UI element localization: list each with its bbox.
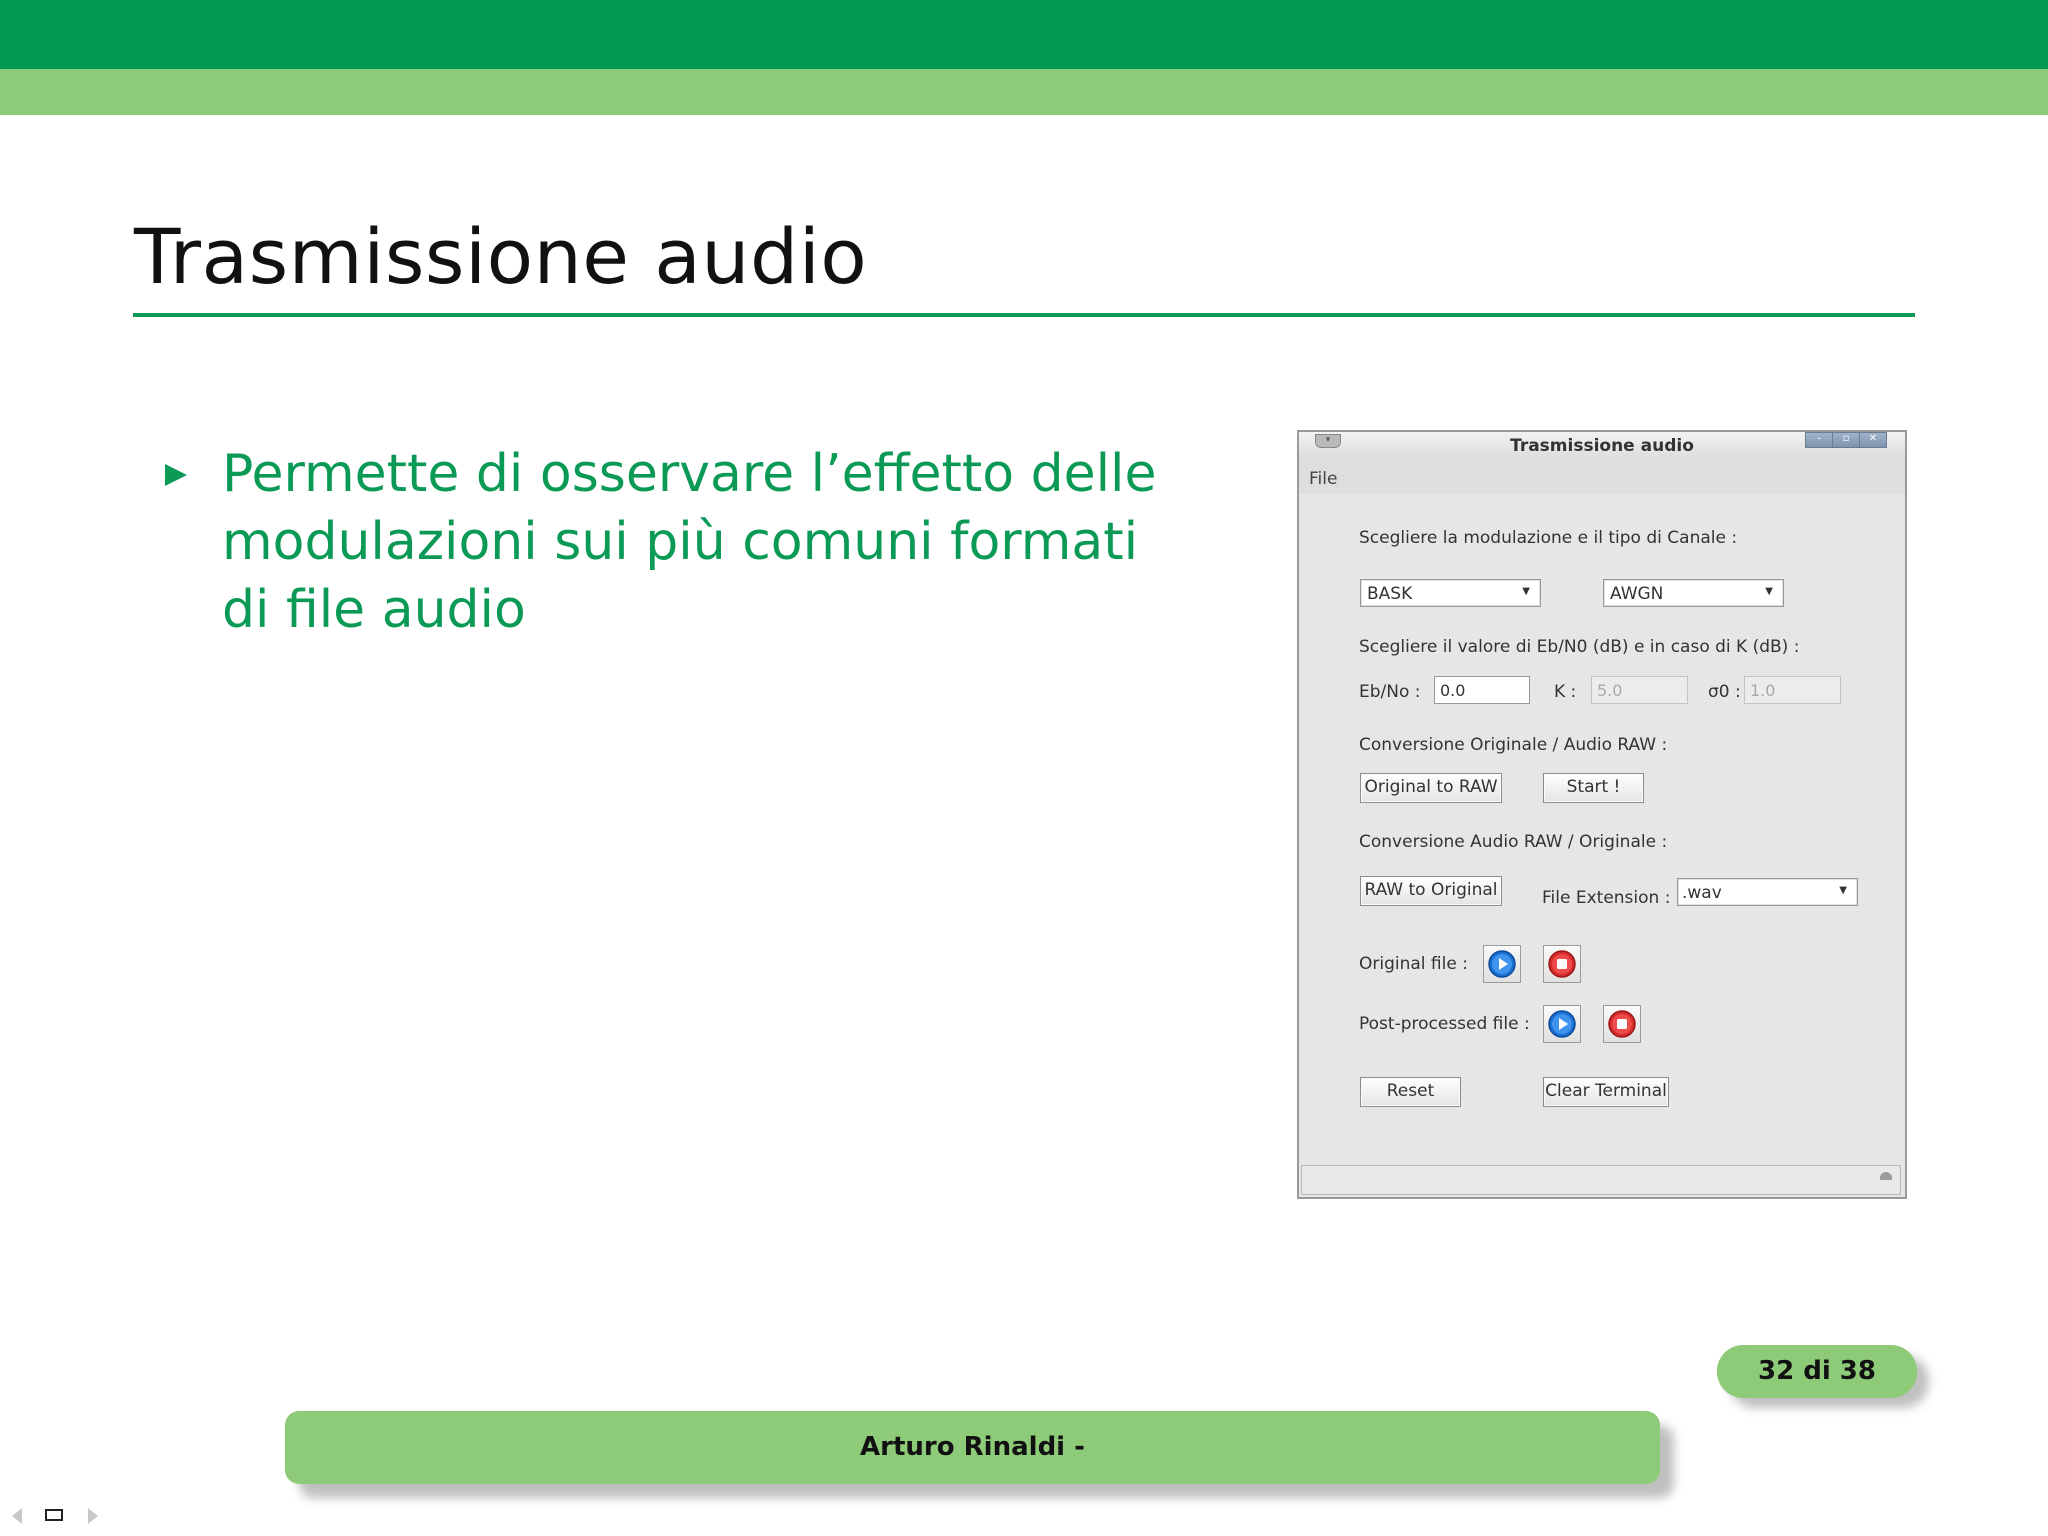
original-to-raw-button[interactable]: Original to RAW <box>1360 773 1502 803</box>
channel-value: AWGN <box>1610 584 1664 604</box>
value-prompt: Scegliere il valore di Eb/N0 (dB) e in c… <box>1359 637 1800 657</box>
file-extension-label: File Extension : <box>1542 888 1671 908</box>
file-extension-value: .wav <box>1682 883 1722 903</box>
bullet-triangle-icon <box>165 464 187 486</box>
page-number-badge: 32 di 38 <box>1717 1345 1917 1398</box>
modulation-value: BASK <box>1367 584 1413 604</box>
file-extension-select[interactable]: .wav ▼ <box>1677 878 1858 906</box>
conversion-raw-original-label: Conversione Audio RAW / Originale : <box>1359 832 1668 852</box>
start-button[interactable]: Start ! <box>1543 773 1644 803</box>
terminal-area <box>1301 1165 1901 1195</box>
chevron-down-icon: ▼ <box>1765 586 1773 597</box>
play-icon <box>1488 950 1516 978</box>
original-file-label: Original file : <box>1359 954 1468 974</box>
footer-author-bar: Arturo Rinaldi - <box>285 1411 1660 1484</box>
channel-select[interactable]: AWGN ▼ <box>1603 579 1784 607</box>
minimize-icon[interactable]: – <box>1805 432 1833 448</box>
play-icon <box>1548 1010 1576 1038</box>
bullet-text: Permette di osservare l’effetto delle mo… <box>222 444 1157 640</box>
stop-icon <box>1548 950 1576 978</box>
chevron-down-icon: ▼ <box>1522 586 1530 597</box>
menu-file[interactable]: File <box>1309 469 1337 489</box>
nav-back-icon[interactable] <box>12 1508 22 1524</box>
k-input: 5.0 <box>1591 676 1688 704</box>
header-band-dark <box>0 0 2048 69</box>
play-original-button[interactable] <box>1483 945 1521 983</box>
play-post-processed-button[interactable] <box>1543 1005 1581 1043</box>
ebno-label: Eb/No : <box>1359 682 1421 702</box>
chevron-down-icon: ▼ <box>1839 885 1847 896</box>
modulation-prompt: Scegliere la modulazione e il tipo di Ca… <box>1359 528 1738 548</box>
k-label: K : <box>1554 682 1577 702</box>
header-band-light <box>0 69 2048 115</box>
clear-terminal-button[interactable]: Clear Terminal <box>1543 1077 1669 1107</box>
stop-icon <box>1608 1010 1636 1038</box>
stop-post-processed-button[interactable] <box>1603 1005 1641 1043</box>
sigma-label: σ0 : <box>1708 682 1741 702</box>
resize-grip-icon[interactable] <box>1880 1172 1892 1180</box>
nav-frame-icon[interactable] <box>45 1509 63 1521</box>
stop-original-button[interactable] <box>1543 945 1581 983</box>
nav-forward-icon[interactable] <box>88 1508 98 1524</box>
post-processed-file-label: Post-processed file : <box>1359 1014 1530 1034</box>
conversion-original-raw-label: Conversione Originale / Audio RAW : <box>1359 735 1668 755</box>
raw-to-original-button[interactable]: RAW to Original <box>1360 876 1502 906</box>
window-titlebar: ▾ Trasmissione audio – ▫ ✕ <box>1299 432 1905 460</box>
close-icon[interactable]: ✕ <box>1859 432 1887 448</box>
modulation-select[interactable]: BASK ▼ <box>1360 579 1541 607</box>
ebno-input[interactable]: 0.0 <box>1434 676 1530 704</box>
slide-title: Trasmissione audio <box>134 212 868 301</box>
sigma-input: 1.0 <box>1744 676 1841 704</box>
reset-button[interactable]: Reset <box>1360 1077 1461 1107</box>
menubar: File <box>1299 460 1905 494</box>
title-rule <box>133 313 1915 317</box>
app-window: ▾ Trasmissione audio – ▫ ✕ File Sceglier… <box>1297 430 1907 1199</box>
maximize-icon[interactable]: ▫ <box>1832 432 1860 448</box>
